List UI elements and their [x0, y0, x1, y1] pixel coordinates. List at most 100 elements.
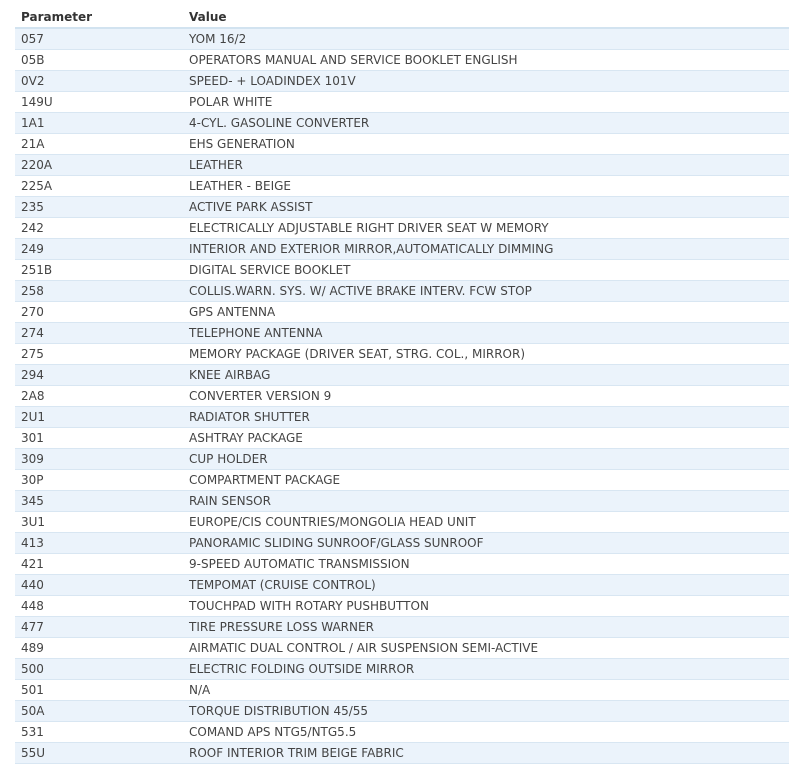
parameter-cell: 251B [15, 259, 183, 281]
value-cell: TIRE PRESSURE LOSS WARNER [183, 616, 789, 638]
value-cell: PANORAMIC SLIDING SUNROOF/GLASS SUNROOF [183, 532, 789, 554]
value-cell: EUROPE/CIS COUNTRIES/MONGOLIA HEAD UNIT [183, 511, 789, 533]
table-row: 225A LEATHER - BEIGE [15, 175, 789, 197]
parameter-cell: 501 [15, 679, 183, 701]
value-cell: ACTIVE PARK ASSIST [183, 196, 789, 218]
value-cell: YOM 16/2 [183, 28, 789, 50]
table-row: 440 TEMPOMAT (CRUISE CONTROL) [15, 574, 789, 596]
parameter-cell: 225A [15, 175, 183, 197]
parameter-cell: 30P [15, 469, 183, 491]
parameter-cell: 275 [15, 343, 183, 365]
parameter-cell: 1A1 [15, 112, 183, 134]
table-row: 258 COLLIS.WARN. SYS. W/ ACTIVE BRAKE INT… [15, 280, 789, 302]
table-row: 2A8 CONVERTER VERSION 9 [15, 385, 789, 407]
table-row: 270 GPS ANTENNA [15, 301, 789, 323]
value-cell: ELECTRICALLY ADJUSTABLE RIGHT DRIVER SEA… [183, 217, 789, 239]
value-cell: POLAR WHITE [183, 91, 789, 113]
parameter-cell: 057 [15, 28, 183, 50]
table-row: 2U1 RADIATOR SHUTTER [15, 406, 789, 428]
table-row: 50A TORQUE DISTRIBUTION 45/55 [15, 700, 789, 722]
value-cell: TELEPHONE ANTENNA [183, 322, 789, 344]
parameter-cell: 05B [15, 49, 183, 71]
value-cell: 4-CYL. GASOLINE CONVERTER [183, 112, 789, 134]
value-cell: N/A [183, 679, 789, 701]
value-cell: COMAND APS NTG5/NTG5.5 [183, 721, 789, 743]
parameter-cell: 242 [15, 217, 183, 239]
value-cell: KNEE AIRBAG [183, 364, 789, 386]
parameter-cell: 440 [15, 574, 183, 596]
table-row: 30P COMPARTMENT PACKAGE [15, 469, 789, 491]
parameter-cell: 235 [15, 196, 183, 218]
parameter-cell: 220A [15, 154, 183, 176]
table-row: 275 MEMORY PACKAGE (DRIVER SEAT, STRG. CO… [15, 343, 789, 365]
table-row: 345 RAIN SENSOR [15, 490, 789, 512]
value-cell: 9-SPEED AUTOMATIC TRANSMISSION [183, 553, 789, 575]
value-cell: OPERATORS MANUAL AND SERVICE BOOKLET ENG… [183, 49, 789, 71]
value-cell: EHS GENERATION [183, 133, 789, 155]
parameter-cell: 421 [15, 553, 183, 575]
table-row: 0V2 SPEED- + LOADINDEX 101V [15, 70, 789, 92]
value-cell: RADIATOR SHUTTER [183, 406, 789, 428]
parameter-cell: 489 [15, 637, 183, 659]
table-row: 294 KNEE AIRBAG [15, 364, 789, 386]
parameter-cell: 448 [15, 595, 183, 617]
parameter-cell: 477 [15, 616, 183, 638]
value-cell: INTERIOR AND EXTERIOR MIRROR,AUTOMATICAL… [183, 238, 789, 260]
table-body: 057 YOM 16/2 05B OPERATORS MANUAL AND SERVI… [15, 28, 789, 764]
value-cell: TORQUE DISTRIBUTION 45/55 [183, 700, 789, 722]
table-row: 531 COMAND APS NTG5/NTG5.5 [15, 721, 789, 743]
table-row: 251B DIGITAL SERVICE BOOKLET [15, 259, 789, 281]
parameter-cell: 413 [15, 532, 183, 554]
parameter-cell: 301 [15, 427, 183, 449]
table-row: 220A LEATHER [15, 154, 789, 176]
table-row: 501 N/A [15, 679, 789, 701]
parameter-cell: 500 [15, 658, 183, 680]
parameter-cell: 50A [15, 700, 183, 722]
parameters-table: Parameter Value 057 YOM 16/2 05B OPERATORS … [15, 6, 789, 764]
table-row: 274 TELEPHONE ANTENNA [15, 322, 789, 344]
parameter-cell: 345 [15, 490, 183, 512]
value-cell: COMPARTMENT PACKAGE [183, 469, 789, 491]
table-row: 55U ROOF INTERIOR TRIM BEIGE FABRIC [15, 742, 789, 764]
table-row: 249 INTERIOR AND EXTERIOR MIRROR,AUTOMATI… [15, 238, 789, 260]
parameter-cell: 258 [15, 280, 183, 302]
parameter-cell: 55U [15, 742, 183, 764]
parameter-cell: 2U1 [15, 406, 183, 428]
value-cell: TEMPOMAT (CRUISE CONTROL) [183, 574, 789, 596]
value-cell: MEMORY PACKAGE (DRIVER SEAT, STRG. COL.,… [183, 343, 789, 365]
column-header-value: Value [183, 6, 789, 29]
parameter-cell: 2A8 [15, 385, 183, 407]
table-row: 235 ACTIVE PARK ASSIST [15, 196, 789, 218]
parameter-cell: 149U [15, 91, 183, 113]
value-cell: ASHTRAY PACKAGE [183, 427, 789, 449]
table-row: 057 YOM 16/2 [15, 28, 789, 50]
table-row: 05B OPERATORS MANUAL AND SERVICE BOOKLET … [15, 49, 789, 71]
value-cell: GPS ANTENNA [183, 301, 789, 323]
table-row: 242 ELECTRICALLY ADJUSTABLE RIGHT DRIVER … [15, 217, 789, 239]
value-cell: ELECTRIC FOLDING OUTSIDE MIRROR [183, 658, 789, 680]
value-cell: AIRMATIC DUAL CONTROL / AIR SUSPENSION S… [183, 637, 789, 659]
parameter-cell: 274 [15, 322, 183, 344]
table-row: 413 PANORAMIC SLIDING SUNROOF/GLASS SUNRO… [15, 532, 789, 554]
table-row: 149U POLAR WHITE [15, 91, 789, 113]
value-cell: LEATHER - BEIGE [183, 175, 789, 197]
table-row: 448 TOUCHPAD WITH ROTARY PUSHBUTTON [15, 595, 789, 617]
parameter-cell: 531 [15, 721, 183, 743]
value-cell: ROOF INTERIOR TRIM BEIGE FABRIC [183, 742, 789, 764]
parameter-cell: 294 [15, 364, 183, 386]
value-cell: SPEED- + LOADINDEX 101V [183, 70, 789, 92]
table-row: 421 9-SPEED AUTOMATIC TRANSMISSION [15, 553, 789, 575]
value-cell: RAIN SENSOR [183, 490, 789, 512]
table-header-row: Parameter Value [15, 6, 789, 29]
parameter-cell: 0V2 [15, 70, 183, 92]
table-row: 301 ASHTRAY PACKAGE [15, 427, 789, 449]
value-cell: CONVERTER VERSION 9 [183, 385, 789, 407]
table-row: 1A1 4-CYL. GASOLINE CONVERTER [15, 112, 789, 134]
parameter-cell: 21A [15, 133, 183, 155]
value-cell: DIGITAL SERVICE BOOKLET [183, 259, 789, 281]
value-cell: LEATHER [183, 154, 789, 176]
parameter-cell: 249 [15, 238, 183, 260]
table-row: 489 AIRMATIC DUAL CONTROL / AIR SUSPENSIO… [15, 637, 789, 659]
table-row: 309 CUP HOLDER [15, 448, 789, 470]
table-row: 477 TIRE PRESSURE LOSS WARNER [15, 616, 789, 638]
